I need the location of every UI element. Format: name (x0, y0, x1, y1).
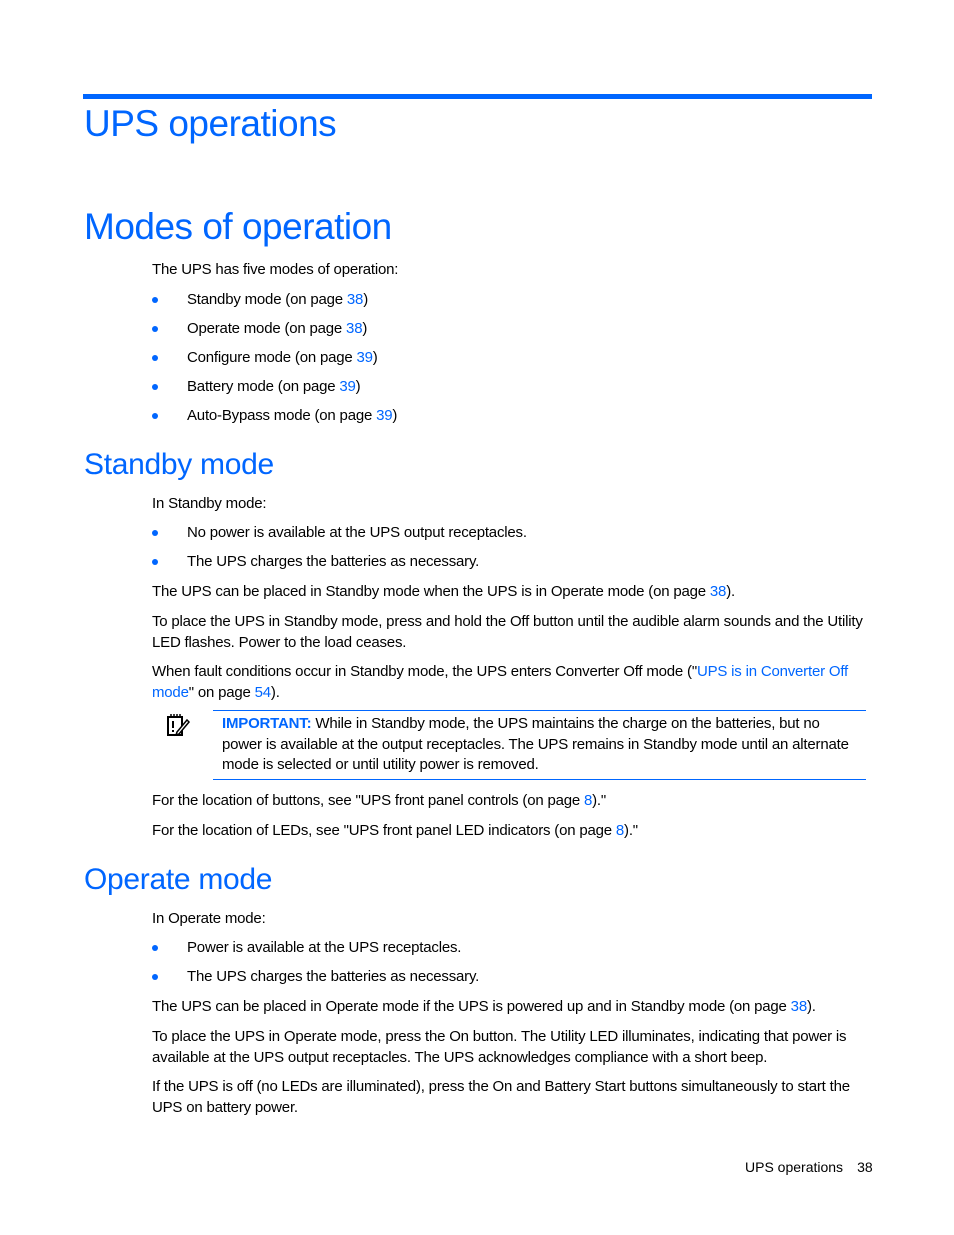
page-link[interactable]: 8 (584, 792, 592, 809)
bullet-icon (152, 530, 158, 536)
standby-paragraph: To place the UPS in Standby mode, press … (152, 613, 863, 651)
page-link[interactable]: 38 (347, 291, 364, 308)
section-title: Modes of operation (84, 206, 392, 247)
page-link[interactable]: 8 (616, 822, 624, 839)
bullet-icon (152, 326, 158, 332)
page-link[interactable]: 39 (376, 407, 393, 424)
standby-paragraph: For the location of LEDs, see "UPS front… (152, 822, 638, 839)
standby-heading: Standby mode (84, 448, 274, 481)
bullet-icon (152, 559, 158, 565)
modes-intro: The UPS has five modes of operation: (152, 261, 399, 278)
operate-paragraph: If the UPS is off (no LEDs are illuminat… (152, 1078, 850, 1116)
note-label: IMPORTANT: (222, 715, 312, 732)
operate-paragraph: To place the UPS in Operate mode, press … (152, 1028, 847, 1066)
page-link[interactable]: 38 (791, 998, 808, 1015)
note-text: While in Standby mode, the UPS maintains… (222, 715, 849, 773)
bullet-icon (152, 297, 158, 303)
operate-heading: Operate mode (84, 863, 273, 896)
page-link[interactable]: 38 (710, 583, 727, 600)
bullet-icon (152, 945, 158, 951)
standby-paragraph: The UPS can be placed in Standby mode wh… (152, 583, 735, 600)
bullet-icon (152, 974, 158, 980)
page-footer: UPS operations 38 (745, 1159, 873, 1175)
bullet-icon (152, 413, 158, 419)
important-note-icon (167, 714, 191, 737)
important-note: IMPORTANT: While in Standby mode, the UP… (213, 710, 866, 780)
operate-intro: In Operate mode: (152, 910, 266, 927)
standby-paragraph: When fault conditions occur in Standby m… (152, 663, 848, 701)
bullet-icon (152, 355, 158, 361)
chapter-title: UPS operations (84, 103, 337, 144)
standby-intro: In Standby mode: (152, 495, 267, 512)
page-link[interactable]: 54 (255, 684, 272, 701)
chapter-rule (83, 94, 872, 99)
page-link[interactable]: 39 (356, 349, 373, 366)
page-link[interactable]: 39 (339, 378, 356, 395)
page-number: 38 (857, 1159, 873, 1175)
operate-paragraph: The UPS can be placed in Operate mode if… (152, 998, 816, 1015)
bullet-icon (152, 384, 158, 390)
footer-section: UPS operations (745, 1159, 844, 1175)
page-link[interactable]: 38 (346, 320, 363, 337)
standby-paragraph: For the location of buttons, see "UPS fr… (152, 792, 607, 809)
